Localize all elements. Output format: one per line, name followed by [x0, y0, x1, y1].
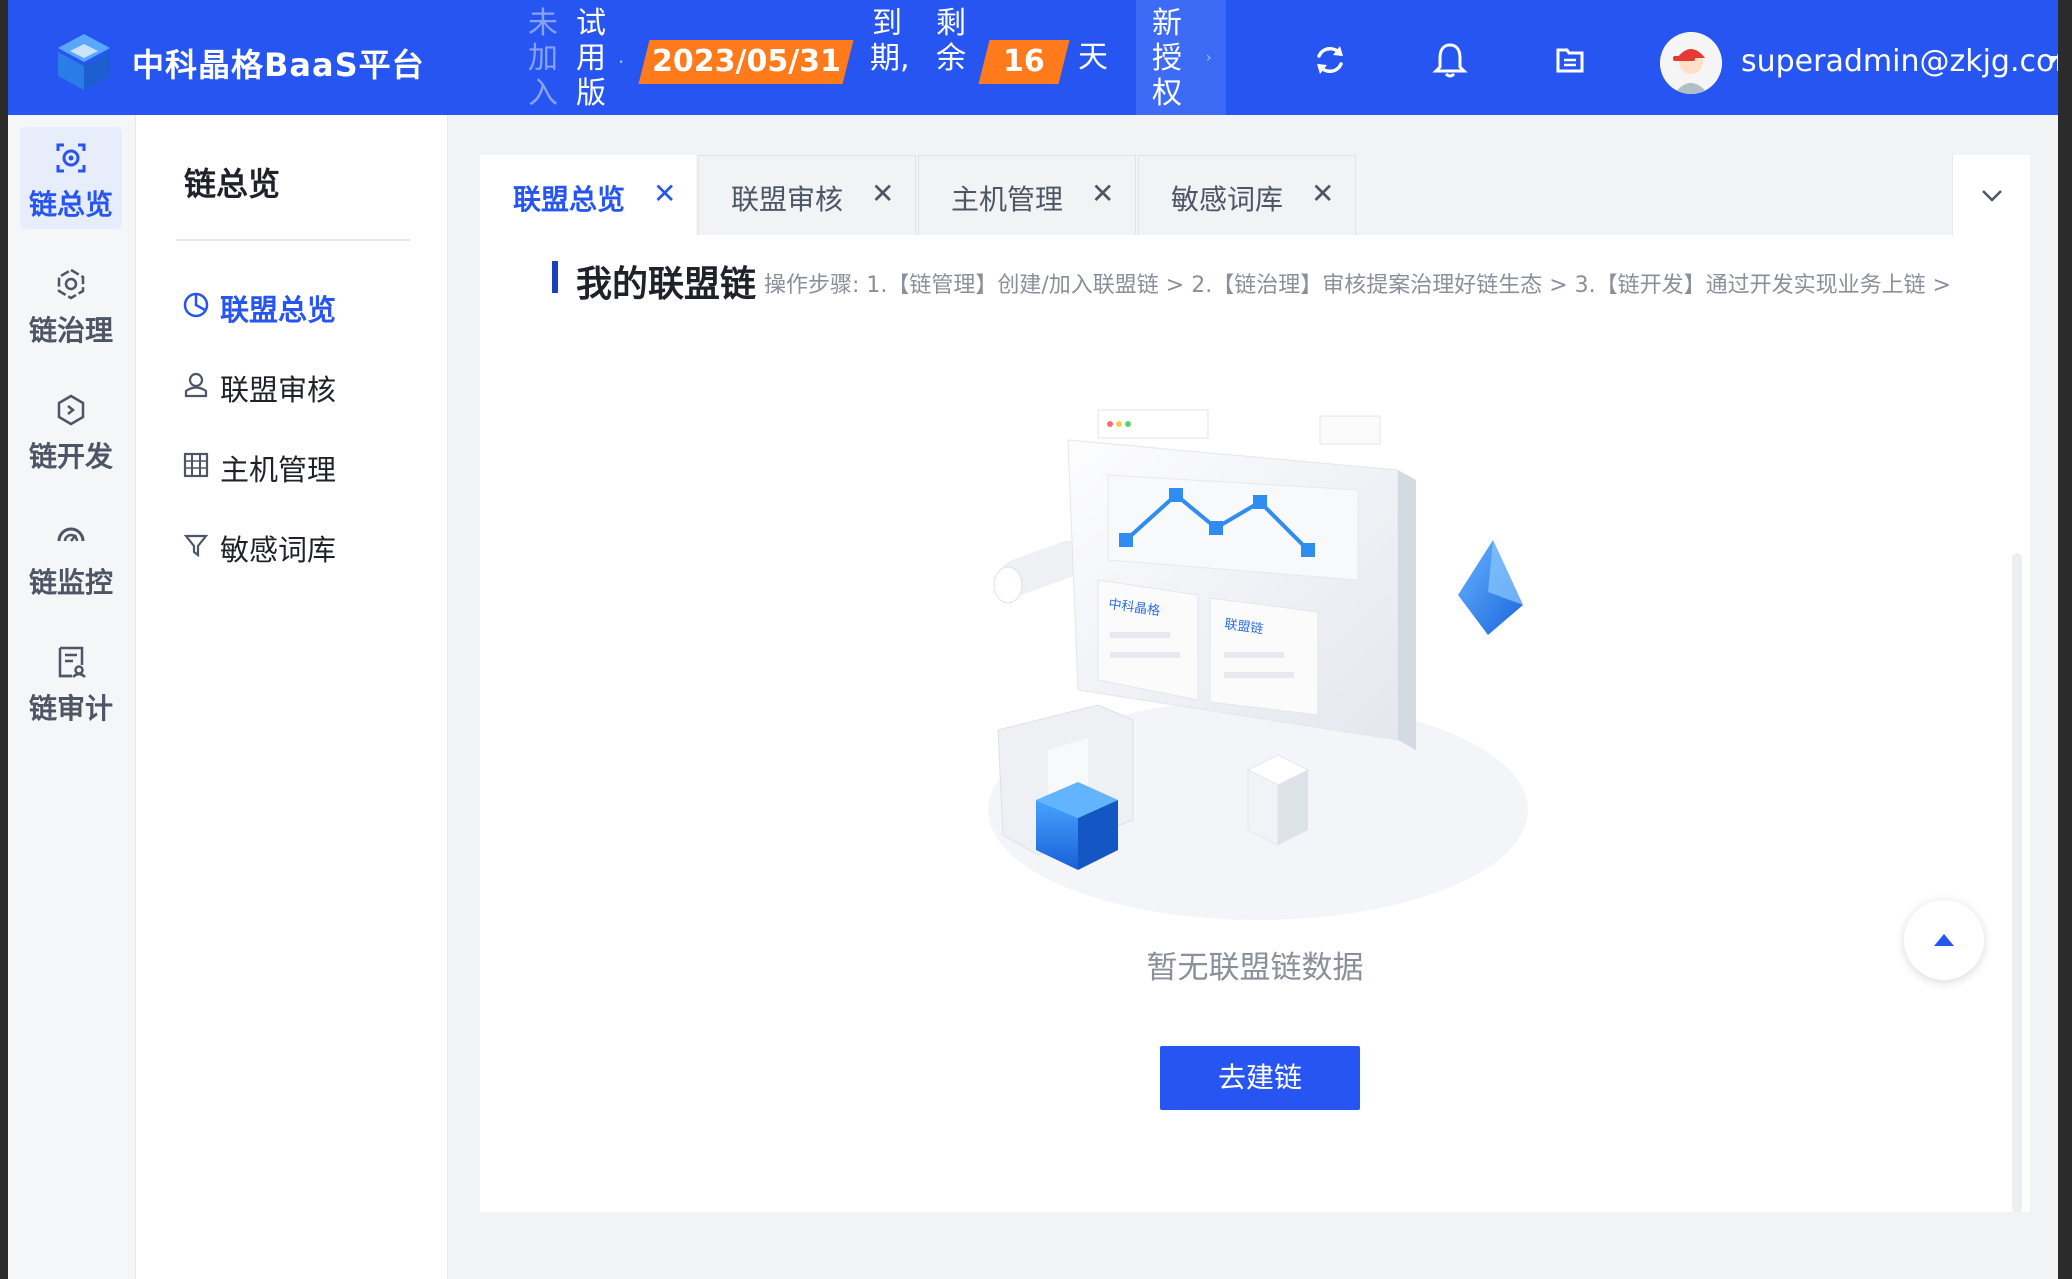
expire-date-tag: 2023/05/31	[638, 40, 854, 84]
new-authorization-button[interactable]: 新授权 ›	[1136, 0, 1226, 115]
tab-alliance-overview[interactable]: 联盟总览 ✕	[480, 155, 696, 235]
secondary-menu: 链总览 联盟总览 联盟审核 主机管理 敏感词库	[136, 115, 448, 1279]
section-title: 我的联盟链	[576, 264, 757, 305]
avatar[interactable]	[1660, 32, 1722, 94]
rail-label: 链总览	[28, 188, 113, 221]
tab-sensitive-words[interactable]: 敏感词库 ✕	[1138, 155, 1356, 235]
rail-item-audit[interactable]: 链审计	[20, 631, 122, 733]
governance-icon	[57, 268, 85, 300]
tab-label: 联盟审核	[731, 183, 844, 216]
arrow-up-icon	[1934, 934, 1954, 946]
back-to-top-button[interactable]	[1904, 900, 1984, 980]
operation-steps-hint: 操作步骤: 1.【链管理】创建/加入联盟链 > 2.【链治理】审核提案治理好链生…	[764, 273, 1952, 298]
days-unit: 天	[1078, 40, 1108, 75]
user-email[interactable]: superadmin@zkjg.com	[1741, 44, 2058, 79]
scrollbar[interactable]	[2012, 553, 2022, 1213]
app-window: 中科晶格BaaS平台 未加入 试用版 · 2023/05/31 到期, 剩余 1…	[8, 0, 2058, 1279]
submenu-item-sensitive-words[interactable]: 敏感词库	[182, 525, 422, 567]
submenu-label: 联盟总览	[220, 293, 337, 327]
submenu-label: 主机管理	[220, 453, 337, 487]
expire-date: 2023/05/31	[651, 44, 841, 79]
refresh-icon[interactable]	[1310, 40, 1350, 80]
new-authorization-label: 新授权	[1152, 6, 1182, 111]
rail-label: 链监控	[28, 566, 113, 599]
tab-dropdown-button[interactable]	[1952, 155, 2030, 235]
chevron-down-icon	[1982, 190, 2002, 202]
bell-icon[interactable]	[1430, 40, 1470, 80]
rail-item-governance[interactable]: 链治理	[20, 253, 122, 355]
close-icon[interactable]: ✕	[1311, 178, 1334, 210]
submenu-title: 链总览	[184, 165, 281, 203]
submenu-label: 联盟审核	[220, 373, 337, 407]
close-icon[interactable]: ✕	[653, 178, 676, 210]
create-chain-button[interactable]: 去建链	[1160, 1046, 1360, 1110]
trial-version-text: 试用版	[576, 6, 606, 111]
submenu-item-alliance-review[interactable]: 联盟审核	[182, 365, 422, 407]
not-joined-text: 未加入	[528, 6, 558, 111]
brand-name: 中科晶格BaaS平台	[132, 46, 425, 84]
logo-icon	[58, 34, 110, 90]
submenu-item-host-management[interactable]: 主机管理	[182, 445, 422, 487]
tab-label: 主机管理	[951, 183, 1064, 216]
divider	[176, 239, 410, 241]
rail-label: 链治理	[28, 314, 113, 347]
primary-nav-rail: 链总览 链治理 链开发 链监控 链审计	[8, 115, 136, 1279]
top-bar: 中科晶格BaaS平台 未加入 试用版 · 2023/05/31 到期, 剩余 1…	[8, 0, 2058, 115]
develop-icon	[57, 394, 85, 426]
overview-icon	[56, 143, 86, 173]
tab-host-management[interactable]: 主机管理 ✕	[918, 155, 1136, 235]
remaining-days-tag: 16	[978, 40, 1070, 84]
separator-dot: ·	[618, 50, 625, 74]
remaining-days: 16	[1003, 44, 1045, 79]
expire-label: 到期,	[870, 6, 910, 76]
rail-label: 链审计	[28, 692, 113, 725]
empty-state-illustration: 中科晶格 联盟链	[988, 409, 1528, 920]
tab-label: 联盟总览	[513, 183, 626, 216]
rail-label: 链开发	[28, 440, 113, 473]
tab-bar: 联盟总览 ✕ 联盟审核 ✕ 主机管理 ✕ 敏感词库 ✕	[480, 155, 2030, 235]
close-icon[interactable]: ✕	[871, 178, 894, 210]
chevron-right-icon: ›	[1206, 50, 1212, 66]
rail-item-develop[interactable]: 链开发	[20, 379, 122, 481]
monitor-icon	[57, 527, 85, 542]
caret-down-icon[interactable]	[2046, 52, 2058, 66]
submenu-label: 敏感词库	[220, 533, 337, 567]
tab-label: 敏感词库	[1171, 183, 1284, 216]
rail-item-monitor[interactable]: 链监控	[20, 505, 122, 607]
rail-item-overview[interactable]: 链总览	[20, 127, 122, 229]
pie-chart-icon	[183, 292, 209, 318]
remaining-label: 剩余	[936, 6, 966, 76]
avatar-icon	[1660, 32, 1722, 94]
tab-alliance-review[interactable]: 联盟审核 ✕	[698, 155, 916, 235]
submenu-item-alliance-overview[interactable]: 联盟总览	[182, 285, 422, 327]
filter-icon	[183, 534, 209, 558]
server-icon	[183, 452, 209, 478]
folder-icon[interactable]	[1550, 40, 1590, 80]
section-accent-bar	[552, 261, 558, 293]
audit-icon	[58, 646, 86, 678]
empty-state-text: 暂无联盟链数据	[1146, 950, 1364, 986]
user-check-icon	[184, 372, 208, 398]
close-icon[interactable]: ✕	[1091, 178, 1114, 210]
main-panel: 我的联盟链 操作步骤: 1.【链管理】创建/加入联盟链 > 2.【链治理】审核提…	[480, 235, 2030, 1213]
